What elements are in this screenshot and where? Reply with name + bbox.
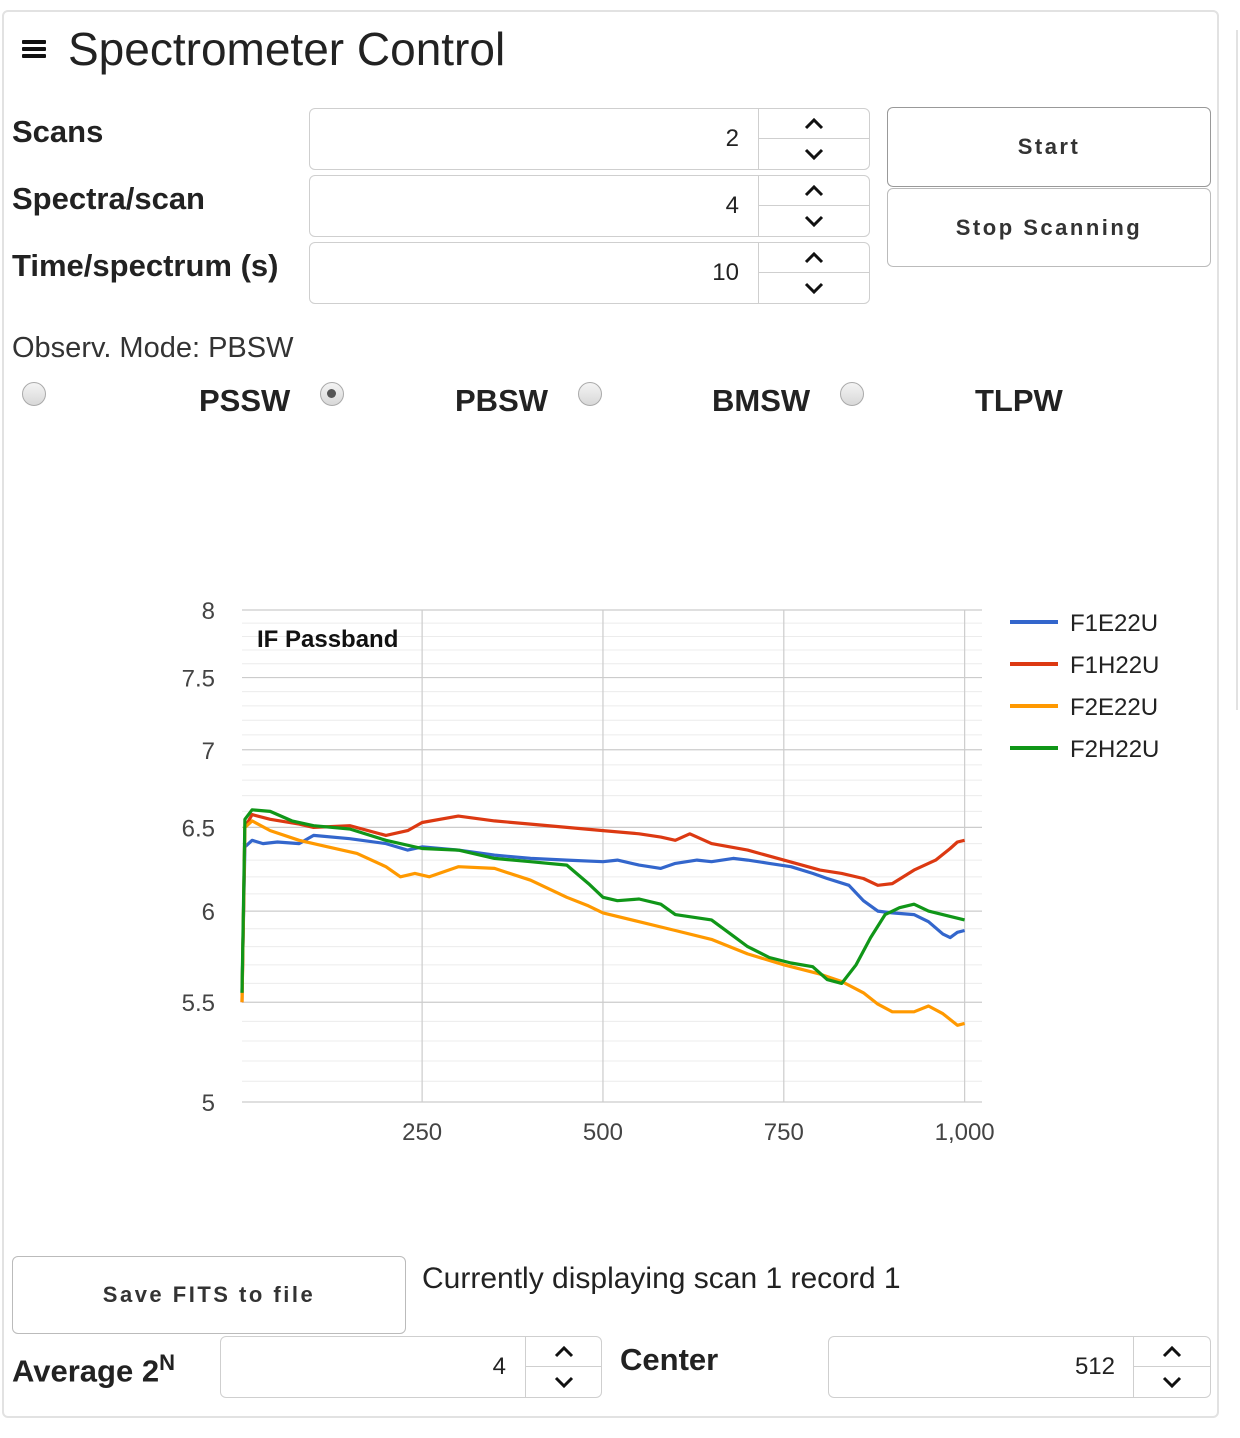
spectra-input[interactable]: 4	[726, 176, 739, 236]
radio-label-pbsw: PBSW	[455, 383, 548, 418]
average-label-text: Average 2	[12, 1353, 160, 1389]
radio-pssw[interactable]	[22, 382, 46, 406]
chevron-down-icon[interactable]	[759, 206, 869, 236]
average-input[interactable]: 4	[493, 1337, 506, 1397]
display-status: Currently displaying scan 1 record 1	[422, 1262, 901, 1295]
chevron-up-icon[interactable]	[1134, 1337, 1210, 1367]
start-button[interactable]: Start	[887, 107, 1211, 187]
center-input[interactable]: 512	[1075, 1337, 1115, 1397]
radio-pbsw[interactable]	[320, 382, 344, 406]
scans-label: Scans	[12, 114, 104, 149]
scans-stepper[interactable]: 2	[309, 108, 870, 170]
chevron-down-icon[interactable]	[759, 139, 869, 169]
time-label: Time/spectrum (s)	[12, 248, 279, 283]
time-input[interactable]: 10	[712, 243, 739, 303]
center-spinner[interactable]	[1133, 1337, 1210, 1397]
adjacent-panel-edge	[1236, 30, 1240, 710]
time-stepper[interactable]: 10	[309, 242, 870, 304]
chevron-up-icon[interactable]	[759, 109, 869, 139]
radio-tlpw[interactable]	[840, 382, 864, 406]
radio-label-tlpw: TLPW	[975, 383, 1063, 418]
chevron-down-icon[interactable]	[759, 273, 869, 303]
radio-bmsw[interactable]	[578, 382, 602, 406]
spectra-stepper[interactable]: 4	[309, 175, 870, 237]
scans-input[interactable]: 2	[726, 109, 739, 169]
chevron-up-icon[interactable]	[759, 243, 869, 273]
stop-scanning-button[interactable]: Stop Scanning	[887, 188, 1211, 267]
chevron-up-icon[interactable]	[759, 176, 869, 206]
menu-icon[interactable]	[22, 40, 46, 60]
chevron-up-icon[interactable]	[526, 1337, 601, 1367]
average-label: Average 2N	[12, 1350, 175, 1389]
scans-spinner[interactable]	[758, 109, 869, 169]
spectra-label: Spectra/scan	[12, 181, 205, 216]
radio-label-pssw: PSSW	[199, 383, 291, 418]
observ-mode-text: Observ. Mode: PBSW	[12, 332, 294, 364]
time-spinner[interactable]	[758, 243, 869, 303]
average-spinner[interactable]	[525, 1337, 601, 1397]
average-exponent: N	[159, 1350, 175, 1375]
average-stepper[interactable]: 4	[220, 1336, 602, 1398]
chevron-down-icon[interactable]	[526, 1367, 601, 1397]
chevron-down-icon[interactable]	[1134, 1367, 1210, 1397]
spectra-spinner[interactable]	[758, 176, 869, 236]
center-stepper[interactable]: 512	[828, 1336, 1211, 1398]
center-label: Center	[620, 1342, 719, 1377]
radio-label-bmsw: BMSW	[712, 383, 811, 418]
page-title: Spectrometer Control	[68, 23, 506, 75]
save-fits-button[interactable]: Save FITS to file	[12, 1256, 406, 1334]
